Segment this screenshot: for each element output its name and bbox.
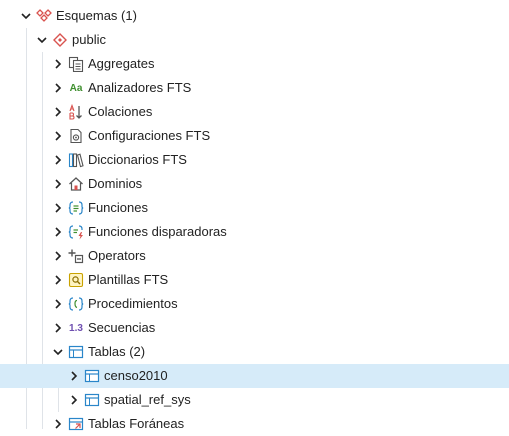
foreign-table-icon (68, 416, 84, 432)
tree-node-fts-templates[interactable]: Plantillas FTS (0, 268, 509, 292)
chevron-right-icon[interactable] (52, 178, 64, 190)
function-icon (68, 200, 84, 216)
chevron-right-icon[interactable] (68, 394, 80, 406)
chevron-right-icon[interactable] (52, 274, 64, 286)
tree-node-public[interactable]: public (0, 28, 509, 52)
chevron-right-icon[interactable] (52, 322, 64, 334)
tree-node-collations[interactable]: Colaciones (0, 100, 509, 124)
tree-node-table-spatial-ref-sys[interactable]: spatial_ref_sys (0, 388, 509, 412)
tree-node-table-censo2010[interactable]: censo2010 (0, 364, 509, 388)
schema-icon (52, 32, 68, 48)
chevron-right-icon[interactable] (68, 370, 80, 382)
tree-node-label: Tablas Foráneas (88, 416, 185, 431)
trigger-function-icon (68, 224, 84, 240)
operator-icon (68, 248, 84, 264)
tree-node-trigger-functions[interactable]: Funciones disparadoras (0, 220, 509, 244)
chevron-right-icon[interactable] (52, 298, 64, 310)
chevron-right-icon[interactable] (52, 82, 64, 94)
fts-parser-icon: Aa (69, 82, 83, 94)
tree-node-schemas[interactable]: Esquemas (1) (0, 4, 509, 28)
chevron-right-icon[interactable] (52, 418, 64, 430)
tree-node-fts-configurations[interactable]: Configuraciones FTS (0, 124, 509, 148)
tree-node-label: Procedimientos (88, 296, 178, 311)
fts-template-icon (68, 272, 84, 288)
chevron-down-icon[interactable] (52, 346, 64, 358)
tree-node-label: Colaciones (88, 104, 153, 119)
table-icon (84, 368, 100, 384)
tree-node-fts-parsers[interactable]: Aa Analizadores FTS (0, 76, 509, 100)
tree-node-label: Diccionarios FTS (88, 152, 187, 167)
tree-node-label: Plantillas FTS (88, 272, 169, 287)
tree-node-label: censo2010 (104, 368, 168, 383)
tree-node-label: Aggregates (88, 56, 155, 71)
chevron-right-icon[interactable] (52, 154, 64, 166)
tree-node-functions[interactable]: Funciones (0, 196, 509, 220)
tree-node-procedures[interactable]: Procedimientos (0, 292, 509, 316)
tree-node-tables[interactable]: Tablas (2) (0, 340, 509, 364)
table-icon (68, 344, 84, 360)
chevron-down-icon[interactable] (20, 10, 32, 22)
tree-node-label: Dominios (88, 176, 143, 191)
tree-node-label: Tablas (2) (88, 344, 146, 359)
sequence-icon: 1.3 (69, 322, 83, 334)
chevron-right-icon[interactable] (52, 202, 64, 214)
fts-dictionary-icon (68, 152, 84, 168)
tree-node-foreign-tables[interactable]: Tablas Foráneas (0, 412, 509, 436)
fts-configuration-icon (68, 128, 84, 144)
chevron-right-icon[interactable] (52, 250, 64, 262)
tree-node-label: spatial_ref_sys (104, 392, 191, 407)
chevron-right-icon[interactable] (52, 58, 64, 70)
tree-node-label: Funciones disparadoras (88, 224, 227, 239)
tree-node-sequences[interactable]: 1.3 Secuencias (0, 316, 509, 340)
collation-icon (68, 104, 84, 120)
tree-node-label: Operators (88, 248, 146, 263)
table-icon (84, 392, 100, 408)
tree-node-label: Secuencias (88, 320, 156, 335)
tree-node-label: Configuraciones FTS (88, 128, 211, 143)
chevron-right-icon[interactable] (52, 106, 64, 118)
domain-icon (68, 176, 84, 192)
schemas-icon (36, 8, 52, 24)
aggregates-icon (68, 56, 84, 72)
chevron-right-icon[interactable] (52, 226, 64, 238)
tree-node-label: public (72, 32, 106, 47)
procedure-icon (68, 296, 84, 312)
tree-node-label: Esquemas (1) (56, 8, 137, 23)
chevron-down-icon[interactable] (36, 34, 48, 46)
tree-node-label: Analizadores FTS (88, 80, 192, 95)
tree-node-fts-dictionaries[interactable]: Diccionarios FTS (0, 148, 509, 172)
tree-node-label: Funciones (88, 200, 148, 215)
tree-node-operators[interactable]: Operators (0, 244, 509, 268)
tree-node-aggregates[interactable]: Aggregates (0, 52, 509, 76)
chevron-right-icon[interactable] (52, 130, 64, 142)
tree-node-domains[interactable]: Dominios (0, 172, 509, 196)
